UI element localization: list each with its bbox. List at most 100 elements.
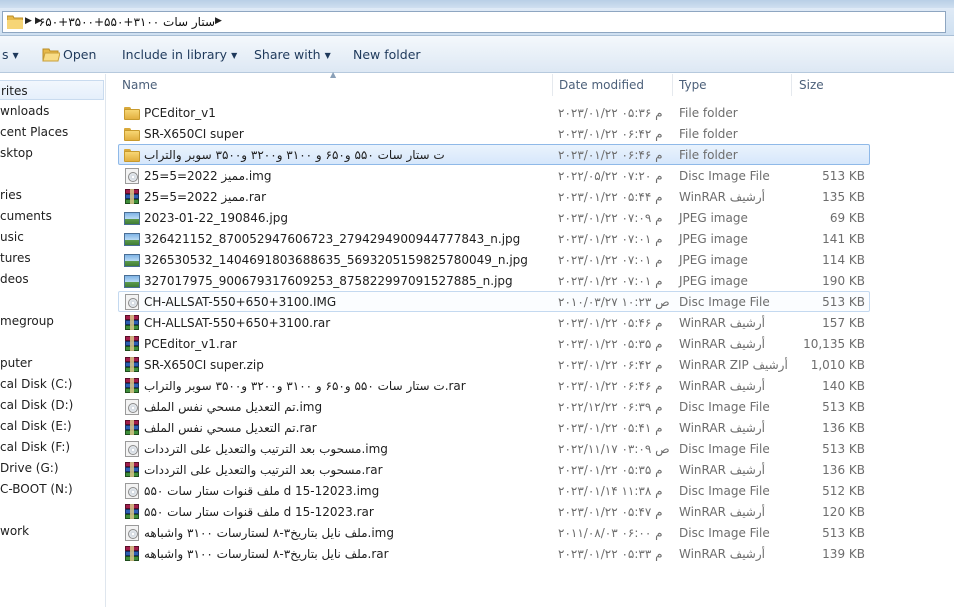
- file-type: JPEG image: [679, 253, 748, 267]
- file-row[interactable]: PCEditor_v1.rar ۲۰۲۳/۰۱/۲۲ م ۰۵:۳۵ WinRAR …: [118, 333, 870, 354]
- nav-item[interactable]: megroup: [0, 311, 54, 331]
- file-row[interactable]: 327017975_900679317609253_87582299709152…: [118, 270, 870, 291]
- winrar-archive-icon: [124, 420, 140, 436]
- file-row[interactable]: تم التعديل مسحي نفس الملف.img ۲۰۲۲/۱۲/۲۲ …: [118, 396, 870, 417]
- file-date-modified: ۲۰۱۰/۰۳/۲۷ ص ۱۰:۲۳: [558, 295, 670, 309]
- nav-item[interactable]: cuments: [0, 206, 52, 226]
- nav-item[interactable]: cal Disk (E:): [0, 416, 72, 436]
- file-size: 114 KB: [822, 253, 865, 267]
- file-row[interactable]: ت ستار سات ۵۵۰ و۶۵۰ و ۳۱۰۰ و۳۲۰۰ و۳۵۰۰ س…: [118, 144, 870, 165]
- file-row[interactable]: 326421152_870052947606723_27942949009447…: [118, 228, 870, 249]
- file-type: WinRAR أرشيف: [679, 337, 765, 351]
- file-date-modified: ۲۰۲۳/۰۱/۱۴ م ۱۱:۳۸: [558, 484, 663, 498]
- file-row[interactable]: SR-X650CI super ۲۰۲۳/۰۱/۲۲ م ۰۶:۴۲ File fo…: [118, 123, 870, 144]
- file-type: WinRAR أرشيف: [679, 316, 765, 330]
- nav-item[interactable]: cal Disk (D:): [0, 395, 73, 415]
- file-name: CH-ALLSAT-550+650+3100.rar: [144, 316, 331, 330]
- file-type: WinRAR أرشيف: [679, 463, 765, 477]
- nav-item[interactable]: C-BOOT (N:): [0, 479, 73, 499]
- folder-icon: [124, 105, 140, 121]
- window-frame-top: [0, 0, 954, 8]
- file-row[interactable]: مسحوب بعد الترتيب والتعديل على الترددات.…: [118, 438, 870, 459]
- file-type: WinRAR أرشيف: [679, 505, 765, 519]
- file-name: ملف قنوات ستار سات ۵۵۰ d 15-12023.img: [144, 484, 380, 498]
- file-type: WinRAR ZIP أرشيف: [679, 358, 788, 372]
- nav-item[interactable]: deos: [0, 269, 29, 289]
- file-row[interactable]: تم التعديل مسحي نفس الملف.rar ۲۰۲۳/۰۱/۲۲ …: [118, 417, 870, 438]
- column-header-type[interactable]: Type: [675, 74, 792, 96]
- nav-item[interactable]: work: [0, 521, 29, 541]
- file-type: File folder: [679, 106, 738, 120]
- winrar-archive-icon: [124, 378, 140, 394]
- nav-item[interactable]: sktop: [0, 143, 33, 163]
- file-row[interactable]: ملف قنوات ستار سات ۵۵۰ d 15-12023.rar ۲۰۲…: [118, 501, 870, 522]
- nav-item[interactable]: rites: [0, 80, 104, 100]
- nav-item[interactable]: usic: [0, 227, 24, 247]
- file-size: 190 KB: [822, 274, 865, 288]
- address-field[interactable]: ▶ ▶ ستار سات ۳۱۰۰+۵۵۰+۳۵۰۰+۶۵۰ ▶: [2, 11, 946, 33]
- file-row[interactable]: ت ستار سات ۵۵۰ و۶۵۰ و ۳۱۰۰ و۳۲۰۰ و۳۵۰۰ س…: [118, 375, 870, 396]
- file-date-modified: ۲۰۲۳/۰۱/۲۲ م ۰۵:۴۱: [558, 421, 663, 435]
- file-date-modified: ۲۰۲۳/۰۱/۲۲ م ۰۵:۴۴: [558, 190, 663, 204]
- nav-item[interactable]: cent Places: [0, 122, 68, 142]
- nav-item[interactable]: cal Disk (C:): [0, 374, 72, 394]
- file-name: CH-ALLSAT-550+650+3100.IMG: [144, 295, 337, 309]
- file-row[interactable]: 326530532_1404691803688635_5693205159825…: [118, 249, 870, 270]
- nav-item[interactable]: wnloads: [0, 101, 49, 121]
- file-name: SR-X650CI super: [144, 127, 244, 141]
- file-type: Disc Image File: [679, 442, 770, 456]
- nav-item[interactable]: puter: [0, 353, 32, 373]
- column-header-name[interactable]: Name: [118, 74, 553, 96]
- file-size: 120 KB: [822, 505, 865, 519]
- nav-item[interactable]: cal Disk (F:): [0, 437, 70, 457]
- nav-item[interactable]: Drive (G:): [0, 458, 59, 478]
- file-name: مميز 2022=5=25.rar: [144, 190, 267, 204]
- file-type: JPEG image: [679, 232, 748, 246]
- new-folder-button[interactable]: New folder: [353, 47, 421, 62]
- winrar-archive-icon: [124, 315, 140, 331]
- file-row[interactable]: PCEditor_v1 ۲۰۲۳/۰۱/۲۲ م ۰۵:۳۶ File folder: [118, 102, 870, 123]
- folder-icon: [124, 147, 140, 163]
- breadcrumb-current[interactable]: ستار سات ۳۱۰۰+۵۵۰+۳۵۰۰+۶۵۰: [39, 15, 215, 29]
- file-date-modified: ۲۰۱۱/۰۸/۰۳ م ۰۶:۰۰: [558, 526, 663, 540]
- file-type: File folder: [679, 148, 738, 162]
- file-size: 141 KB: [822, 232, 865, 246]
- file-row[interactable]: مميز 2022=5=25.img ۲۰۲۲/۰۵/۲۲ م ۰۷:۲۰ Disc…: [118, 165, 870, 186]
- file-type: JPEG image: [679, 274, 748, 288]
- nav-item[interactable]: ries: [0, 185, 22, 205]
- file-row[interactable]: ملف قنوات ستار سات ۵۵۰ d 15-12023.img ۲۰۲…: [118, 480, 870, 501]
- file-date-modified: ۲۰۲۲/۱۲/۲۲ م ۰۶:۳۹: [558, 400, 663, 414]
- file-row[interactable]: CH-ALLSAT-550+650+3100.IMG ۲۰۱۰/۰۳/۲۷ ص ۱…: [118, 291, 870, 312]
- file-row[interactable]: SR-X650CI super.zip ۲۰۲۳/۰۱/۲۲ م ۰۶:۴۲ Win…: [118, 354, 870, 375]
- file-size: 140 KB: [822, 379, 865, 393]
- file-name: 326530532_1404691803688635_5693205159825…: [144, 253, 528, 267]
- file-type: Disc Image File: [679, 169, 770, 183]
- disc-image-icon: [124, 441, 140, 457]
- disc-image-icon: [124, 168, 140, 184]
- file-row[interactable]: ملف نايل بتاريخ۳-۸ لستارسات ۳۱۰۰ واشباهه…: [118, 522, 870, 543]
- nav-item[interactable]: tures: [0, 248, 31, 268]
- breadcrumb-arrow-icon[interactable]: ▶: [25, 16, 32, 26]
- file-size: 512 KB: [822, 484, 865, 498]
- column-header-date-modified[interactable]: Date modified: [555, 74, 673, 96]
- file-date-modified: ۲۰۲۳/۰۱/۲۲ م ۰۶:۴۶: [558, 148, 663, 162]
- share-with-button[interactable]: Share with ▼: [254, 47, 331, 62]
- file-row[interactable]: ملف نايل بتاريخ۳-۸ لستارسات ۳۱۰۰ واشباهه…: [118, 543, 870, 564]
- file-row[interactable]: مسحوب بعد الترتيب والتعديل على الترددات.…: [118, 459, 870, 480]
- organize-button[interactable]: s ▼: [2, 47, 19, 62]
- winrar-archive-icon: [124, 546, 140, 562]
- file-name: ملف نايل بتاريخ۳-۸ لستارسات ۳۱۰۰ واشباهه…: [144, 526, 394, 540]
- file-date-modified: ۲۰۲۳/۰۱/۲۲ م ۰۵:۴۶: [558, 316, 663, 330]
- include-in-library-button[interactable]: Include in library ▼: [122, 47, 237, 62]
- breadcrumb-arrow-icon[interactable]: ▶: [215, 16, 222, 26]
- column-header-size[interactable]: Size: [795, 74, 870, 96]
- file-row[interactable]: 2023-01-22_190846.jpg ۲۰۲۳/۰۱/۲۲ م ۰۷:۰۹ J…: [118, 207, 870, 228]
- file-type: WinRAR أرشيف: [679, 547, 765, 561]
- file-row[interactable]: مميز 2022=5=25.rar ۲۰۲۳/۰۱/۲۲ م ۰۵:۴۴ WinR…: [118, 186, 870, 207]
- disc-image-icon: [124, 483, 140, 499]
- file-row[interactable]: CH-ALLSAT-550+650+3100.rar ۲۰۲۳/۰۱/۲۲ م ۰…: [118, 312, 870, 333]
- open-button[interactable]: Open: [63, 47, 96, 62]
- file-type: File folder: [679, 127, 738, 141]
- file-name: مسحوب بعد الترتيب والتعديل على الترددات.…: [144, 442, 388, 456]
- file-size: 1,010 KB: [810, 358, 865, 372]
